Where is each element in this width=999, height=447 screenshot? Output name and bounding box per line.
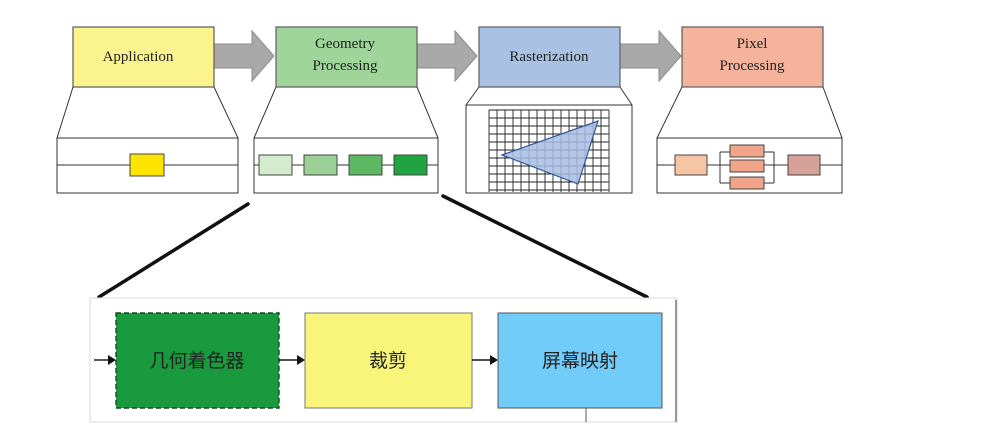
geometry-unit	[303, 154, 338, 176]
geometry-unit	[348, 154, 383, 176]
substage-geometry-shader-label: 几何着色器	[149, 350, 244, 372]
geometry-unit	[258, 154, 293, 176]
stage-label-rasterization: Rasterization	[509, 49, 589, 65]
stage-label-pixel-line1: Pixel	[737, 36, 768, 52]
rendering-pipeline-diagram: Application Geometry Processing Rasteriz…	[56, 26, 843, 423]
stage-label-application: Application	[103, 49, 174, 65]
pixel-unit-output	[787, 154, 821, 176]
substage-screen-mapping-label: 屏幕映射	[542, 350, 618, 372]
geometry-detail	[253, 137, 439, 194]
stage-label-geometry-line1: Geometry	[315, 36, 375, 52]
pixel-unit-input	[674, 154, 708, 176]
stage-label-geometry-line2: Processing	[313, 58, 378, 74]
arrow-geometry-to-rasterization	[414, 29, 478, 83]
stage-rasterization: Rasterization	[478, 26, 621, 88]
zoom-line-right	[441, 194, 649, 299]
geometry-substage-panel: 几何着色器 裁剪 屏幕映射	[89, 297, 678, 423]
pixel-detail	[656, 137, 843, 194]
zoom-line-left	[97, 202, 250, 299]
stage-application: Application	[72, 26, 215, 88]
application-unit	[129, 153, 165, 177]
pixel-unit-parallel	[729, 176, 765, 190]
substage-clipping-label: 裁剪	[369, 350, 407, 372]
pixel-unit-parallel	[729, 144, 765, 158]
arrow-application-to-geometry	[211, 29, 275, 83]
rasterization-detail	[465, 104, 633, 194]
zoom-lines	[97, 194, 649, 299]
stage-pixel: Pixel Processing	[681, 26, 824, 88]
arrow-rasterization-to-pixel	[617, 29, 682, 83]
geometry-unit	[393, 154, 428, 176]
pixel-unit-parallel	[729, 159, 765, 173]
stage-label-pixel-line2: Processing	[720, 58, 785, 74]
application-detail	[56, 137, 239, 194]
stage-geometry: Geometry Processing	[275, 26, 418, 88]
